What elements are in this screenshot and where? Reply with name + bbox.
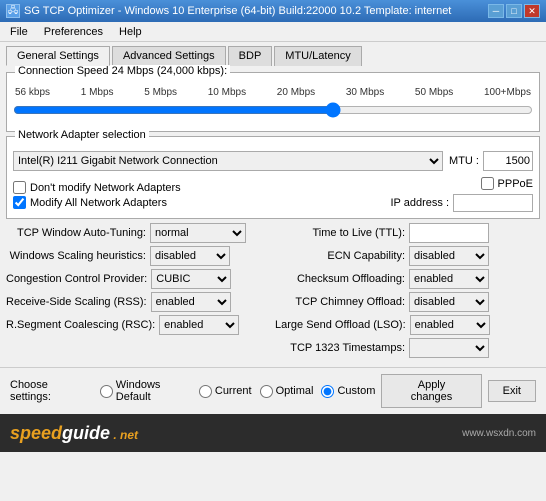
tcp-window-label: TCP Window Auto-Tuning: — [6, 227, 146, 239]
connection-speed-section: Connection Speed 24 Mbps (24,000 kbps): … — [6, 72, 540, 132]
timestamps-label: TCP 1323 Timestamps: — [275, 342, 405, 354]
window-controls: ─ □ ✕ — [488, 4, 540, 18]
dont-modify-label: Don't modify Network Adapters — [30, 182, 181, 194]
ip-label: IP address : — [391, 197, 450, 209]
speed-50m: 50 Mbps — [415, 87, 453, 98]
main-panel: Connection Speed 24 Mbps (24,000 kbps): … — [0, 66, 546, 367]
timestamps-select[interactable]: enabled disabled — [409, 338, 489, 358]
window-title: SG TCP Optimizer - Windows 10 Enterprise… — [24, 5, 451, 17]
dont-modify-checkbox[interactable] — [13, 181, 26, 194]
tcp-window-select[interactable]: normal disabled highlyrestricted restric… — [150, 223, 246, 243]
adapter-section-label: Network Adapter selection — [15, 129, 149, 141]
speed-20m: 20 Mbps — [277, 87, 315, 98]
checksum-label: Checksum Offloading: — [275, 273, 405, 285]
close-button[interactable]: ✕ — [524, 4, 540, 18]
rss-select[interactable]: enabled disabled — [151, 292, 231, 312]
adapter-select[interactable]: Intel(R) I211 Gigabit Network Connection — [13, 151, 443, 171]
choose-settings-label: Choose settings: — [10, 379, 90, 403]
scaling-heuristics-label: Windows Scaling heuristics: — [6, 250, 146, 262]
radio-group: Windows Default Current Optimal Custom — [100, 379, 376, 403]
chimney-select[interactable]: disabled enabled — [409, 292, 489, 312]
logo-net: . net — [110, 428, 138, 442]
logo: speedguide . net — [10, 423, 138, 444]
footer-bar: speedguide . net www.wsxdn.com — [0, 414, 546, 452]
radio-windows-default[interactable]: Windows Default — [100, 379, 191, 403]
bottom-bar: Choose settings: Windows Default Current… — [0, 367, 546, 414]
speed-100m: 100+Mbps — [484, 87, 531, 98]
speed-10m: 10 Mbps — [208, 87, 246, 98]
settings-panel: TCP Window Auto-Tuning: normal disabled … — [6, 223, 540, 361]
rsc-label: R.Segment Coalescing (RSC): — [6, 319, 155, 331]
tabs-row: General Settings Advanced Settings BDP M… — [0, 42, 546, 66]
checksum-select[interactable]: enabled disabled — [409, 269, 489, 289]
modify-all-checkbox[interactable] — [13, 196, 26, 209]
tab-mtu-latency[interactable]: MTU/Latency — [274, 46, 361, 66]
pppoe-label: PPPoE — [498, 178, 533, 190]
menu-file[interactable]: File — [6, 25, 32, 39]
speed-slider[interactable] — [13, 102, 533, 118]
speed-slider-container[interactable] — [13, 98, 533, 125]
rss-label: Receive-Side Scaling (RSS): — [6, 296, 147, 308]
logo-guide: guide — [62, 423, 110, 443]
ip-input[interactable] — [453, 194, 533, 212]
radio-optimal[interactable]: Optimal — [260, 385, 314, 398]
minimize-button[interactable]: ─ — [488, 4, 504, 18]
title-bar: 🖧 SG TCP Optimizer - Windows 10 Enterpri… — [0, 0, 546, 22]
radio-current[interactable]: Current — [199, 385, 252, 398]
ttl-label: Time to Live (TTL): — [275, 227, 405, 239]
speed-marks: 56 kbps 1 Mbps 5 Mbps 10 Mbps 20 Mbps 30… — [13, 87, 533, 98]
exit-button[interactable]: Exit — [488, 380, 536, 402]
congestion-select[interactable]: CUBIC CTCP none — [151, 269, 231, 289]
ecn-label: ECN Capability: — [275, 250, 405, 262]
tab-advanced-settings[interactable]: Advanced Settings — [112, 46, 226, 66]
speed-5m: 5 Mbps — [144, 87, 177, 98]
tab-general-settings[interactable]: General Settings — [6, 46, 110, 66]
ttl-input[interactable] — [409, 223, 489, 243]
lso-label: Large Send Offload (LSO): — [275, 319, 406, 331]
menu-preferences[interactable]: Preferences — [40, 25, 107, 39]
mtu-input[interactable] — [483, 151, 533, 171]
speed-56k: 56 kbps — [15, 87, 50, 98]
network-adapter-section: Network Adapter selection Intel(R) I211 … — [6, 136, 540, 219]
mtu-label: MTU : — [449, 155, 479, 167]
tab-bdp[interactable]: BDP — [228, 46, 273, 66]
maximize-button[interactable]: □ — [506, 4, 522, 18]
menu-bar: File Preferences Help — [0, 22, 546, 42]
scaling-heuristics-select[interactable]: disabled enabled — [150, 246, 230, 266]
modify-all-label: Modify All Network Adapters — [30, 197, 167, 209]
speed-1m: 1 Mbps — [81, 87, 114, 98]
lso-select[interactable]: enabled disabled — [410, 315, 490, 335]
watermark: www.wsxdn.com — [462, 428, 536, 439]
apply-changes-button[interactable]: Apply changes — [381, 374, 481, 408]
speed-30m: 30 Mbps — [346, 87, 384, 98]
rsc-select[interactable]: enabled disabled — [159, 315, 239, 335]
chimney-label: TCP Chimney Offload: — [275, 296, 405, 308]
logo-speed: speed — [10, 423, 62, 443]
ecn-select[interactable]: disabled enabled — [409, 246, 489, 266]
settings-left: TCP Window Auto-Tuning: normal disabled … — [6, 223, 271, 361]
connection-speed-label: Connection Speed 24 Mbps (24,000 kbps): — [15, 65, 230, 77]
congestion-label: Congestion Control Provider: — [6, 273, 147, 285]
menu-help[interactable]: Help — [115, 25, 146, 39]
pppoe-checkbox[interactable] — [481, 177, 494, 190]
radio-custom[interactable]: Custom — [321, 385, 375, 398]
app-icon: 🖧 — [6, 4, 20, 18]
settings-right: Time to Live (TTL): ECN Capability: disa… — [271, 223, 540, 361]
